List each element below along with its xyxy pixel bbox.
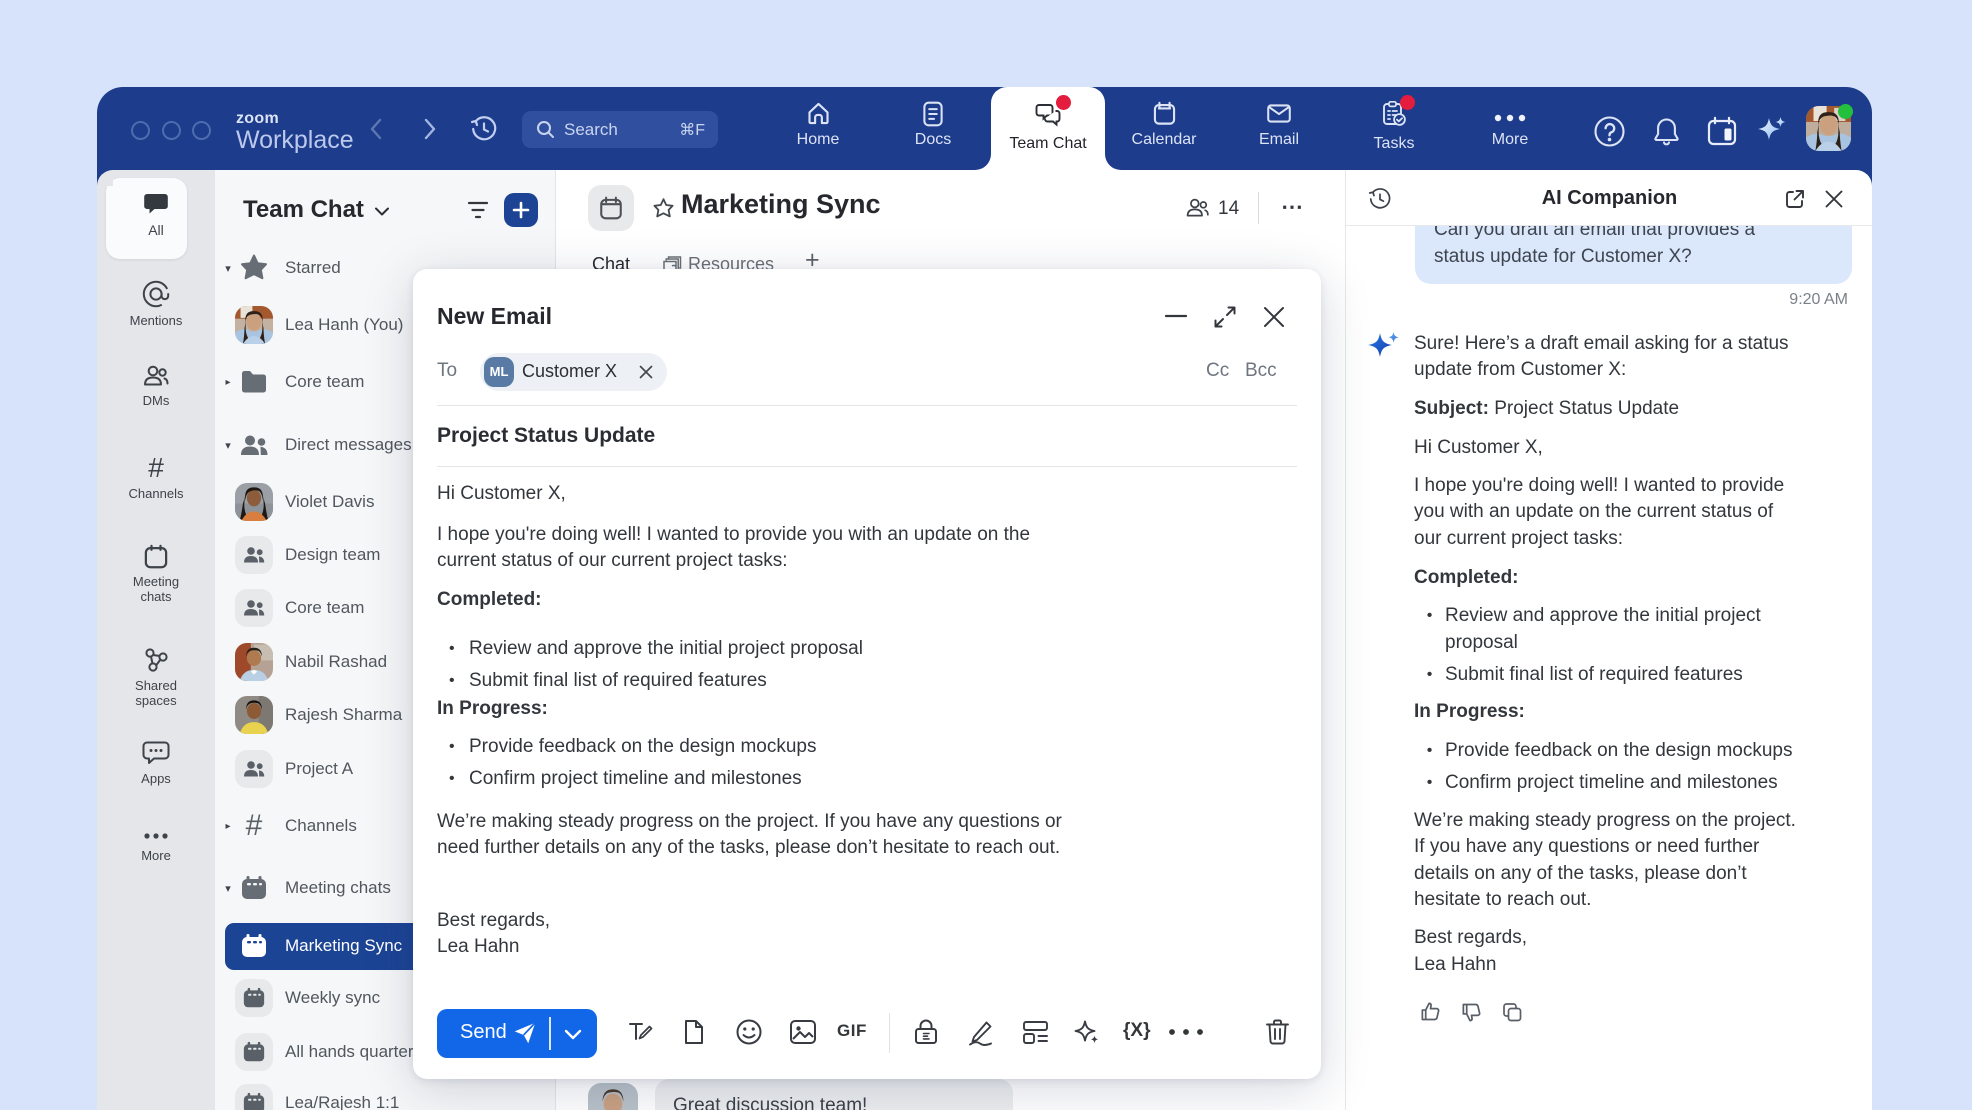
svg-text:#: # <box>148 454 164 482</box>
